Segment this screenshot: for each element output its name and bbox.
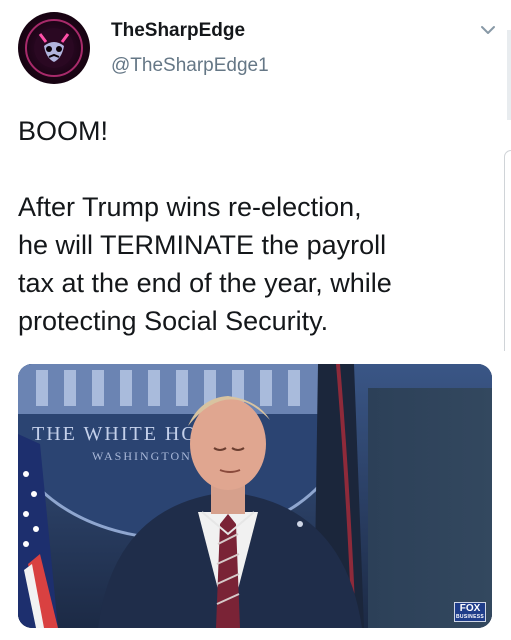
adjacent-card-edge (504, 150, 511, 351)
avatar[interactable] (18, 12, 90, 84)
chevron-down-icon[interactable] (478, 20, 498, 40)
author-display-name[interactable]: TheSharpEdge (111, 20, 245, 42)
tweet-text: BOOM! After Trump wins re-election, he w… (18, 116, 392, 336)
author-handle[interactable]: @TheSharpEdge1 (111, 55, 269, 77)
tweet-media[interactable]: THE WHITE HO WASHINGTON FOX BUSINESS (18, 364, 492, 628)
backdrop-text-line2: WASHINGTON (92, 449, 192, 463)
backdrop-text-line1: THE WHITE HO (32, 423, 198, 445)
fox-business-logo: FOX BUSINESS (454, 602, 486, 622)
press-briefing-image: THE WHITE HO WASHINGTON (18, 364, 492, 628)
scrollbar-edge (507, 30, 511, 120)
